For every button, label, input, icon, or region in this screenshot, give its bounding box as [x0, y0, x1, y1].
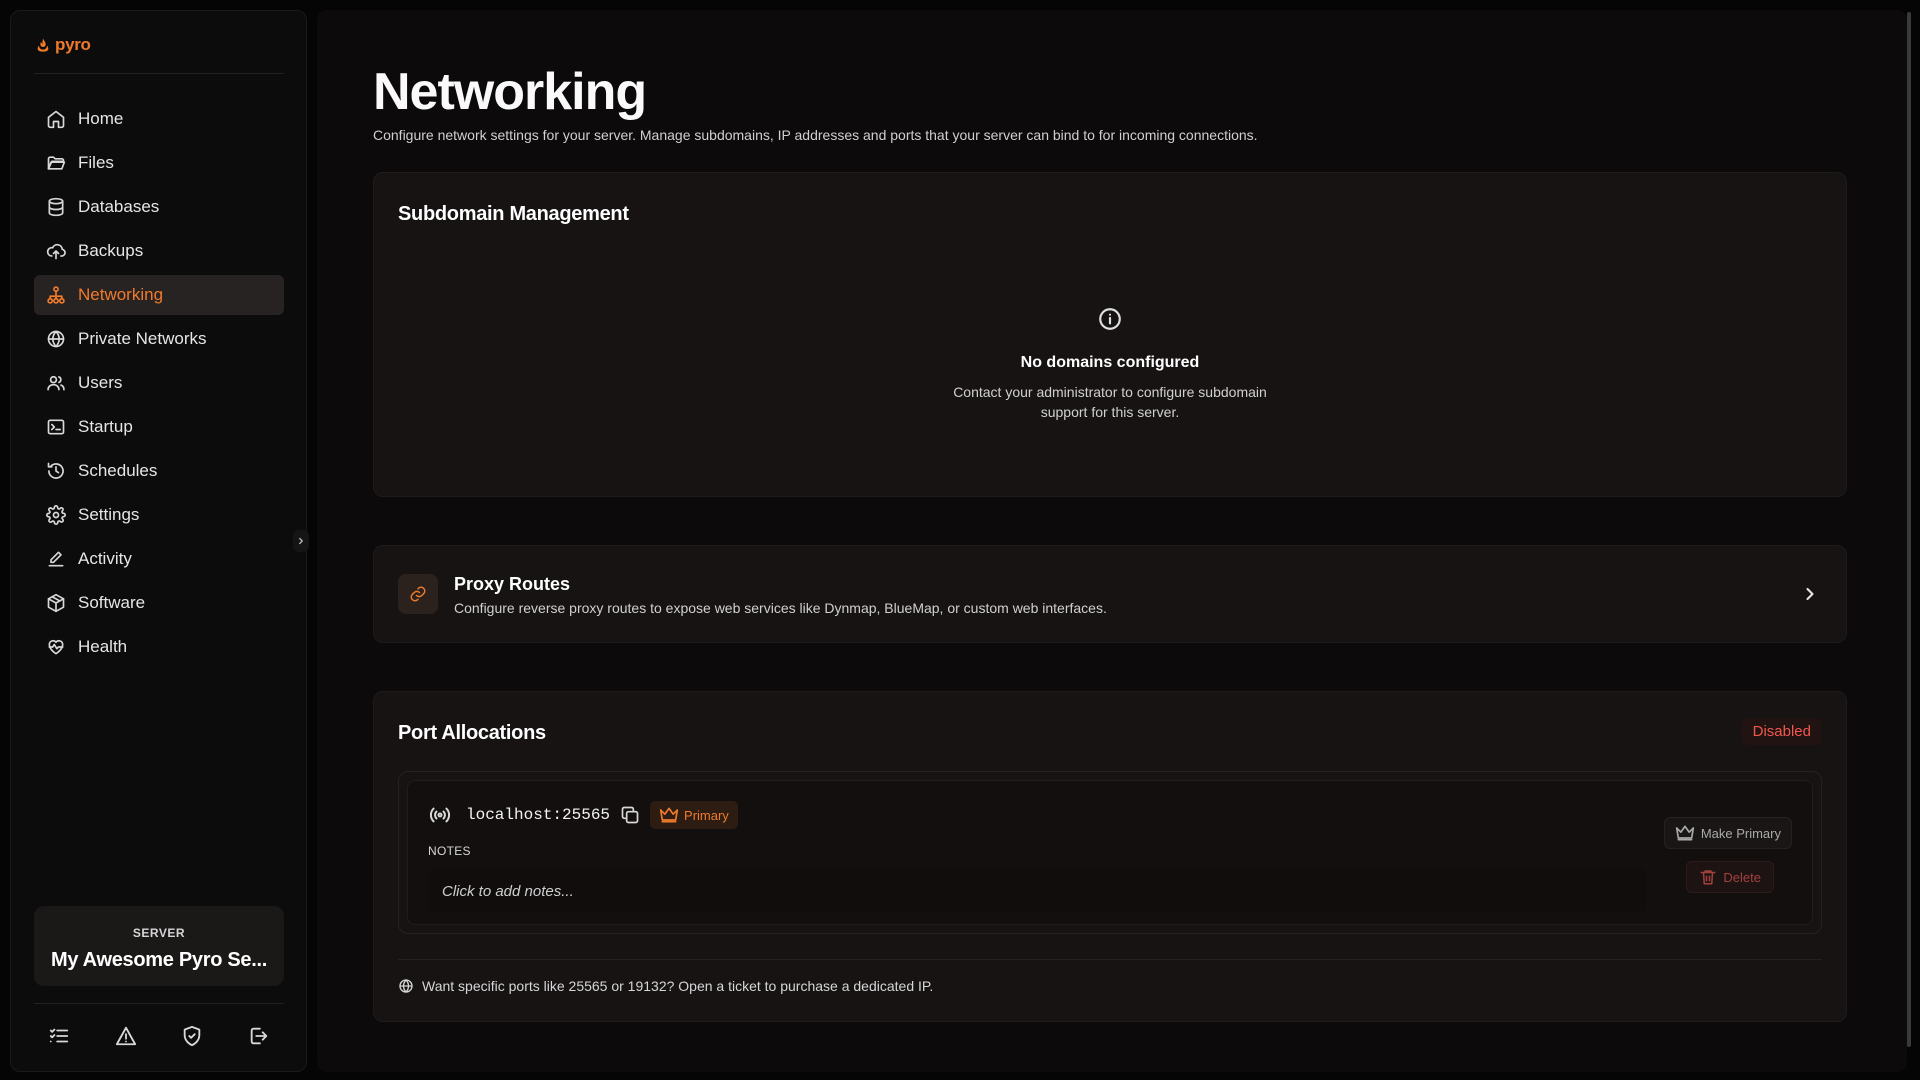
link-icon-box: [398, 574, 438, 614]
delete-button[interactable]: Delete: [1686, 861, 1774, 893]
sidebar-item-label: Activity: [78, 549, 132, 568]
server-card[interactable]: SERVER My Awesome Pyro Se...: [34, 906, 284, 986]
sidebar-item-schedules[interactable]: Schedules: [34, 451, 284, 491]
sidebar-item-home[interactable]: Home: [34, 99, 284, 139]
sidebar-item-label: Files: [78, 153, 114, 172]
warning-icon[interactable]: [115, 1025, 137, 1047]
globe-icon: [47, 330, 65, 348]
signal-icon: [429, 807, 451, 823]
primary-badge: Primary: [650, 801, 738, 829]
logout-icon[interactable]: [248, 1025, 270, 1047]
notes-label: NOTES: [428, 844, 471, 858]
shield-icon[interactable]: [181, 1025, 203, 1047]
sidebar-item-label: Home: [78, 109, 124, 128]
port-allocations-card: Port Allocations Disabled localhost:2556…: [373, 691, 1847, 1022]
divider: [34, 73, 284, 74]
notes-input[interactable]: [428, 869, 1646, 913]
sidebar-item-label: Software: [78, 593, 146, 612]
server-label: SERVER: [132, 926, 186, 940]
sidebar-item-settings[interactable]: Settings: [34, 495, 284, 535]
sidebar-item-users[interactable]: Users: [34, 363, 284, 403]
empty-state: No domains configured Contact your admin…: [374, 306, 1846, 422]
sidebar-item-databases[interactable]: Databases: [34, 187, 284, 227]
ports-footer-text: Want specific ports like 25565 or 19132?…: [422, 978, 934, 994]
info-icon: [1099, 308, 1121, 330]
sidebar-item-label: Settings: [78, 505, 140, 524]
crown-icon: [659, 807, 679, 823]
sidebar-collapse-toggle[interactable]: [293, 530, 309, 552]
make-primary-button[interactable]: Make Primary: [1663, 817, 1792, 849]
sidebar-item-startup[interactable]: Startup: [34, 407, 284, 447]
globe-icon: [399, 979, 413, 993]
sidebar: pyro Home Files Databases Backups Networ…: [10, 10, 307, 1072]
trash-icon: [1700, 870, 1716, 885]
clock-icon: [47, 462, 64, 479]
sidebar-item-label: Users: [78, 373, 123, 392]
crown-icon: [1675, 825, 1694, 841]
pyro-logo[interactable]: pyro: [35, 35, 91, 55]
sidebar-item-networking[interactable]: Networking: [34, 275, 284, 315]
proxy-routes-title: Proxy Routes: [454, 574, 571, 594]
flame-icon: [37, 38, 49, 52]
sidebar-item-activity[interactable]: Activity: [34, 539, 284, 579]
subdomain-card: Subdomain Management No domains configur…: [373, 172, 1847, 497]
port-allocations-title: Port Allocations: [398, 722, 546, 744]
pencil-icon: [48, 551, 64, 567]
sidebar-nav: Home Files Databases Backups Networking …: [34, 99, 284, 671]
divider: [398, 959, 1822, 960]
delete-label: Delete: [1723, 869, 1761, 885]
subdomain-title: Subdomain Management: [398, 203, 629, 225]
status-badge: Disabled: [1741, 718, 1822, 745]
server-name: My Awesome Pyro Se...: [50, 949, 267, 971]
sidebar-item-backups[interactable]: Backups: [34, 231, 284, 271]
sidebar-item-label: Backups: [78, 241, 144, 260]
package-icon: [47, 593, 65, 613]
sidebar-item-software[interactable]: Software: [34, 583, 284, 623]
home-icon: [47, 110, 65, 129]
sidebar-item-label: Databases: [78, 197, 160, 216]
chevron-right-icon: [1806, 587, 1814, 601]
sidebar-item-label: Startup: [78, 417, 133, 436]
gear-icon: [46, 505, 66, 525]
page-description: Configure network settings for your serv…: [373, 127, 1258, 143]
list-icon[interactable]: [48, 1025, 70, 1047]
network-icon: [47, 286, 65, 304]
ports-footer-note: Want specific ports like 25565 or 19132?…: [398, 978, 933, 994]
sidebar-item-private-networks[interactable]: Private Networks: [34, 319, 284, 359]
sidebar-footer-actions: [34, 1025, 284, 1047]
link-icon: [410, 586, 426, 602]
terminal-icon: [47, 419, 65, 435]
primary-label: Primary: [684, 807, 729, 823]
sidebar-item-health[interactable]: Health: [34, 627, 284, 667]
users-icon: [47, 375, 65, 391]
make-primary-label: Make Primary: [1700, 825, 1781, 841]
heart-pulse-icon: [48, 639, 64, 655]
sidebar-item-label: Health: [78, 637, 128, 656]
sidebar-item-label: Private Networks: [78, 329, 207, 348]
sidebar-item-label: Networking: [78, 285, 164, 304]
proxy-routes-card[interactable]: Proxy Routes Configure reverse proxy rou…: [373, 545, 1847, 643]
allocation-address: localhost:25565: [466, 806, 611, 824]
empty-description: Contact your administrator to configure …: [953, 384, 1267, 420]
allocation-list: localhost:25565 Primary NOTES Make Prima…: [398, 771, 1822, 934]
page-title: Networking: [373, 63, 647, 121]
scrollbar[interactable]: [1907, 12, 1911, 1047]
allocation-item: localhost:25565 Primary NOTES Make Prima…: [407, 780, 1813, 925]
folder-icon: [47, 156, 66, 170]
empty-title: No domains configured: [1020, 354, 1200, 371]
sidebar-item-files[interactable]: Files: [34, 143, 284, 183]
copy-icon[interactable]: [620, 805, 640, 825]
proxy-routes-description: Configure reverse proxy routes to expose…: [454, 600, 1107, 616]
database-icon: [48, 197, 64, 217]
chevron-right-icon: [299, 537, 303, 545]
cloud-upload-icon: [46, 243, 66, 260]
divider: [34, 1003, 284, 1004]
sidebar-item-label: Schedules: [78, 461, 158, 480]
brand-name: pyro: [55, 35, 91, 54]
allocation-header: localhost:25565 Primary: [428, 801, 738, 829]
